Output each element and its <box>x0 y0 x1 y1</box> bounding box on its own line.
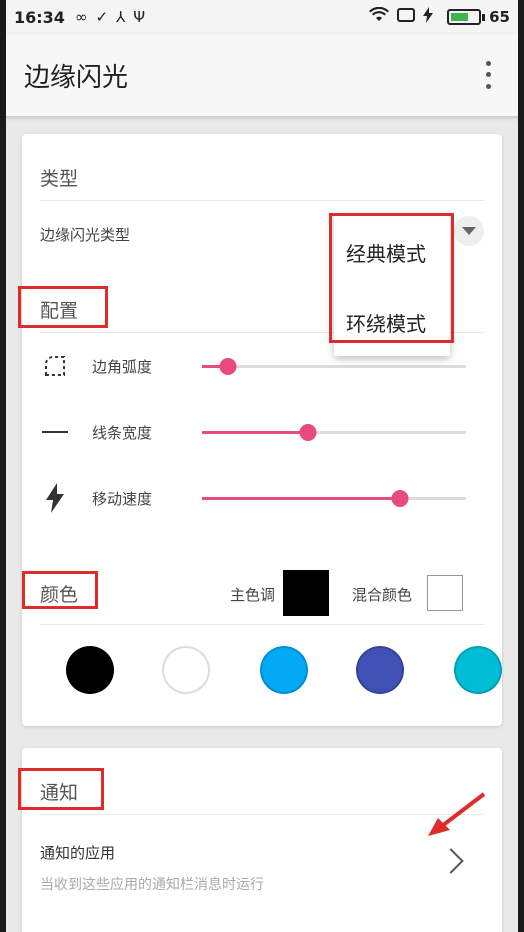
slider-thumb[interactable] <box>391 489 409 507</box>
annotation-box <box>22 571 98 609</box>
line-width-row: 线条宽度 <box>40 412 466 452</box>
flash-type-label: 边缘闪光类型 <box>40 226 131 244</box>
app-bar: 边缘闪光 <box>0 34 524 116</box>
charging-icon <box>423 7 434 27</box>
divider <box>40 200 484 201</box>
chevron-right-icon[interactable] <box>438 848 464 874</box>
corner-radius-label: 边角弧度 <box>92 357 153 376</box>
annotation-arrow-icon <box>428 792 486 836</box>
corner-radius-slider[interactable] <box>202 357 466 375</box>
main-color-box[interactable] <box>283 570 329 616</box>
infinity-icon: ∞ <box>74 8 88 26</box>
speed-bolt-icon <box>40 483 70 513</box>
slider-thumb[interactable] <box>219 357 237 375</box>
move-speed-slider[interactable] <box>202 489 466 507</box>
divider <box>40 814 484 815</box>
slider-thumb[interactable] <box>299 423 317 441</box>
chevron-down-icon[interactable] <box>454 216 484 246</box>
rounded-corner-icon <box>40 351 70 381</box>
phone-bezel-left <box>0 0 6 932</box>
color-swatch[interactable] <box>260 646 308 694</box>
notify-apps-subtitle: 当收到这些应用的通知栏消息时运行 <box>40 877 264 893</box>
usb-icon: Ψ <box>133 8 145 26</box>
move-speed-row: 移动速度 <box>40 478 466 518</box>
wifi-icon <box>369 6 390 27</box>
section-type-header: 类型 <box>40 168 79 190</box>
line-width-label: 线条宽度 <box>92 423 153 442</box>
notify-apps-title[interactable]: 通知的应用 <box>40 842 115 863</box>
main-color-label: 主色调 <box>230 586 276 604</box>
screen-icon <box>397 8 416 26</box>
color-swatch-row <box>22 644 502 696</box>
line-width-icon <box>40 417 70 447</box>
mix-color-box[interactable] <box>427 575 463 611</box>
divider <box>40 624 484 625</box>
check-circle-icon: ✓ <box>95 8 109 26</box>
battery-percent: 65 <box>489 8 510 26</box>
share-icon: ⅄ <box>116 8 126 26</box>
phone-bezel-right <box>518 0 524 932</box>
color-swatch[interactable] <box>66 646 114 694</box>
page-title: 边缘闪光 <box>24 62 129 93</box>
line-width-slider[interactable] <box>202 423 466 441</box>
color-swatch[interactable] <box>356 646 404 694</box>
more-vert-icon[interactable] <box>476 58 500 92</box>
battery-icon: 65 <box>447 8 510 26</box>
annotation-box <box>329 213 454 343</box>
annotation-box <box>18 768 104 810</box>
status-time: 16:34 <box>14 7 65 27</box>
color-swatch[interactable] <box>162 646 210 694</box>
status-bar: 16:34 ∞ ✓ ⅄ Ψ 65 <box>0 0 524 34</box>
move-speed-label: 移动速度 <box>92 489 153 508</box>
color-swatch[interactable] <box>454 646 502 694</box>
mix-color-label: 混合颜色 <box>352 586 413 604</box>
annotation-box <box>18 286 108 328</box>
